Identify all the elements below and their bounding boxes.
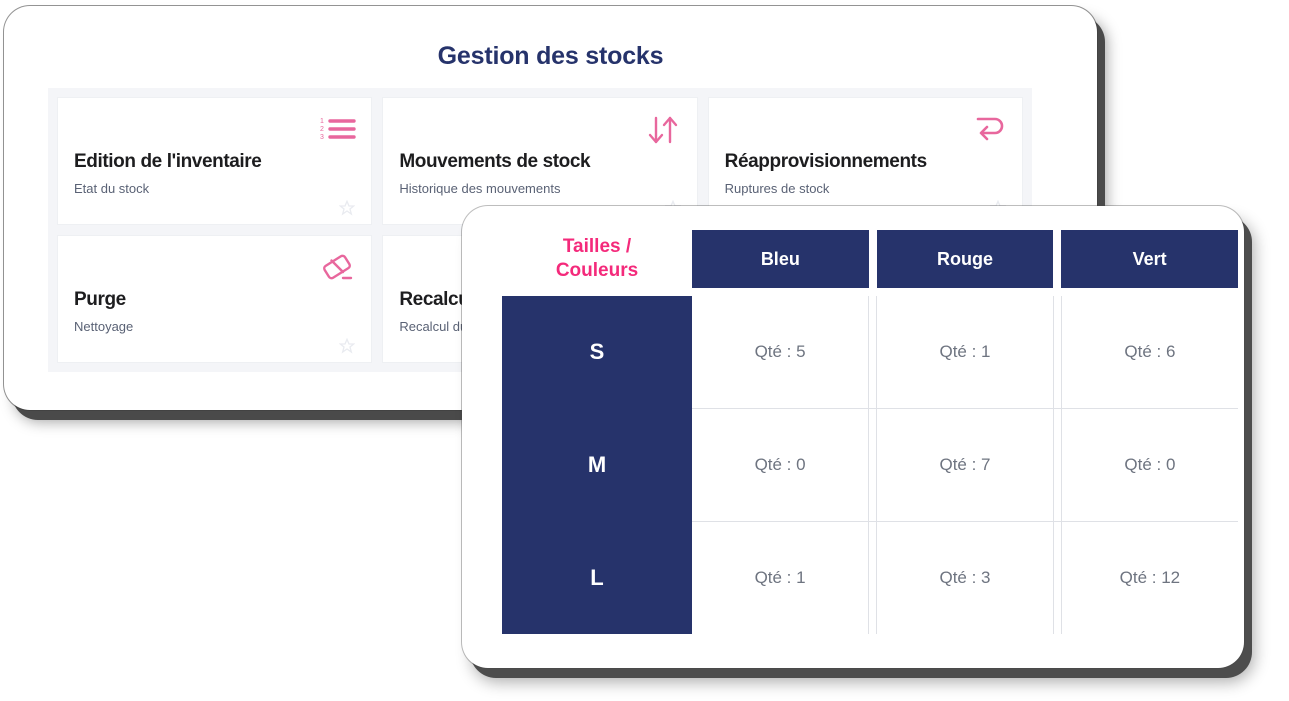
corner-header: Tailles / Couleurs	[502, 230, 692, 288]
cell-m-bleu: Qté : 0	[692, 408, 870, 522]
gap-cell	[692, 288, 1238, 296]
column-header-rouge: Rouge	[876, 230, 1054, 288]
eraser-icon	[317, 248, 357, 288]
cell-spacer	[868, 408, 878, 522]
table-row: M Qté : 0 Qté : 7 Qté : 0	[502, 408, 1238, 522]
header-spacer	[1053, 230, 1062, 288]
cell-l-rouge: Qté : 3	[876, 521, 1054, 634]
card-subtitle: Nettoyage	[74, 319, 134, 334]
numbered-list-icon: 1 2 3	[317, 110, 357, 150]
gap-cell	[502, 288, 692, 296]
row-header-l: L	[502, 521, 692, 634]
stock-matrix-table: Tailles / Couleurs Bleu Rouge Vert S Qté…	[502, 230, 1238, 634]
svg-text:3: 3	[320, 134, 324, 141]
row-header-s: S	[502, 296, 692, 409]
cell-m-vert: Qté : 0	[1061, 408, 1238, 522]
cell-m-rouge: Qté : 7	[876, 408, 1054, 522]
table-row: L Qté : 1 Qté : 3 Qté : 12	[502, 521, 1238, 634]
row-header-m: M	[502, 408, 692, 522]
cell-spacer	[868, 521, 878, 634]
redo-arrow-icon	[968, 110, 1008, 150]
cell-l-bleu: Qté : 1	[692, 521, 870, 634]
card-title: Mouvements de stock	[399, 151, 591, 172]
cell-s-bleu: Qté : 5	[692, 296, 870, 409]
cell-spacer	[868, 296, 878, 409]
card-purge[interactable]: Purge Nettoyage	[57, 235, 373, 363]
card-edition-inventaire[interactable]: 1 2 3 Edition de l'inventaire Etat du st…	[57, 97, 373, 225]
star-outline-icon[interactable]	[338, 199, 356, 216]
cell-spacer	[1053, 408, 1062, 522]
card-title: Réapprovisionnements	[724, 151, 928, 172]
card-subtitle: Historique des mouvements	[399, 181, 561, 196]
corner-header-line2: Couleurs	[555, 260, 639, 281]
column-header-vert: Vert	[1061, 230, 1238, 288]
cell-l-vert: Qté : 12	[1119, 568, 1181, 587]
svg-text:1: 1	[320, 118, 324, 125]
cell-spacer	[1053, 296, 1062, 409]
header-spacer	[868, 230, 877, 288]
up-down-arrows-icon	[643, 110, 683, 150]
card-title: Purge	[74, 289, 126, 310]
corner-header-line1: Tailles /	[562, 236, 632, 258]
size-color-matrix-window: Tailles / Couleurs Bleu Rouge Vert S Qté…	[462, 206, 1244, 668]
header-body-gap	[502, 288, 1238, 296]
cell-s-vert: Qté : 6	[1061, 296, 1238, 409]
table-row: S Qté : 5 Qté : 1 Qté : 6	[502, 296, 1238, 409]
card-subtitle: Ruptures de stock	[724, 181, 830, 196]
table-header-row: Tailles / Couleurs Bleu Rouge Vert	[502, 230, 1238, 288]
card-title: Edition de l'inventaire	[74, 151, 262, 172]
cell-s-rouge: Qté : 1	[876, 296, 1054, 409]
svg-text:2: 2	[320, 126, 324, 133]
cell-spacer	[1053, 521, 1062, 634]
page-title: Gestion des stocks	[437, 42, 664, 70]
column-header-bleu: Bleu	[692, 230, 869, 288]
star-outline-icon[interactable]	[338, 337, 356, 354]
card-subtitle: Etat du stock	[74, 181, 150, 196]
